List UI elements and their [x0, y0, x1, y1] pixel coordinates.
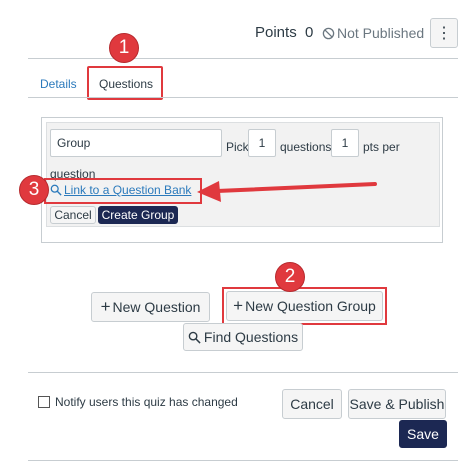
annotation-arrow: [197, 181, 377, 202]
find-questions-button[interactable]: Find Questions: [183, 323, 303, 351]
cancel-button[interactable]: Cancel: [282, 389, 342, 419]
not-published-icon: [322, 27, 335, 39]
pts-per-label: pts per: [363, 140, 400, 154]
new-question-button[interactable]: + New Question: [91, 292, 210, 322]
publish-status-label: Not Published: [337, 25, 425, 41]
group-name-input[interactable]: Group: [50, 129, 222, 157]
new-question-group-button[interactable]: + New Question Group: [226, 291, 383, 321]
tabs-divider: [28, 97, 458, 98]
options-menu-button[interactable]: ⋮: [430, 18, 458, 48]
notify-users-option[interactable]: Notify users this quiz has changed: [38, 395, 238, 409]
search-icon: [188, 331, 201, 344]
header-divider: [28, 58, 458, 59]
points-label: Points: [255, 24, 297, 41]
new-question-group-label: New Question Group: [245, 298, 376, 314]
tab-questions[interactable]: Questions: [99, 77, 153, 91]
notify-users-label: Notify users this quiz has changed: [55, 395, 238, 409]
save-button[interactable]: Save: [399, 420, 447, 448]
publish-status: Not Published: [322, 25, 424, 41]
find-questions-label: Find Questions: [203, 329, 299, 345]
new-question-label: New Question: [112, 299, 201, 315]
bottom-divider: [28, 460, 458, 461]
plus-icon: +: [100, 297, 111, 316]
pick-label: Pick: [226, 140, 249, 154]
save-and-publish-button[interactable]: Save & Publish: [348, 389, 446, 419]
search-icon: [50, 184, 62, 196]
footer-divider: [28, 372, 458, 373]
plus-icon: +: [233, 296, 244, 315]
pick-count-input[interactable]: 1: [248, 129, 276, 157]
kebab-menu-icon: ⋮: [436, 25, 452, 42]
link-question-bank-label: Link to a Question Bank: [64, 183, 192, 197]
step-badge-2: 2: [275, 262, 305, 292]
tab-details[interactable]: Details: [40, 77, 77, 91]
create-group-button[interactable]: Create Group: [98, 206, 178, 224]
points-per-question-input[interactable]: 1: [331, 129, 359, 157]
points-value: 0: [305, 24, 314, 41]
step-badge-1: 1: [109, 33, 139, 63]
questions-label: questions,: [280, 140, 335, 154]
link-question-bank-link[interactable]: Link to a Question Bank: [50, 183, 191, 197]
cancel-group-button[interactable]: Cancel: [50, 206, 96, 224]
step-badge-3: 3: [19, 175, 49, 205]
notify-users-checkbox[interactable]: [38, 396, 50, 408]
